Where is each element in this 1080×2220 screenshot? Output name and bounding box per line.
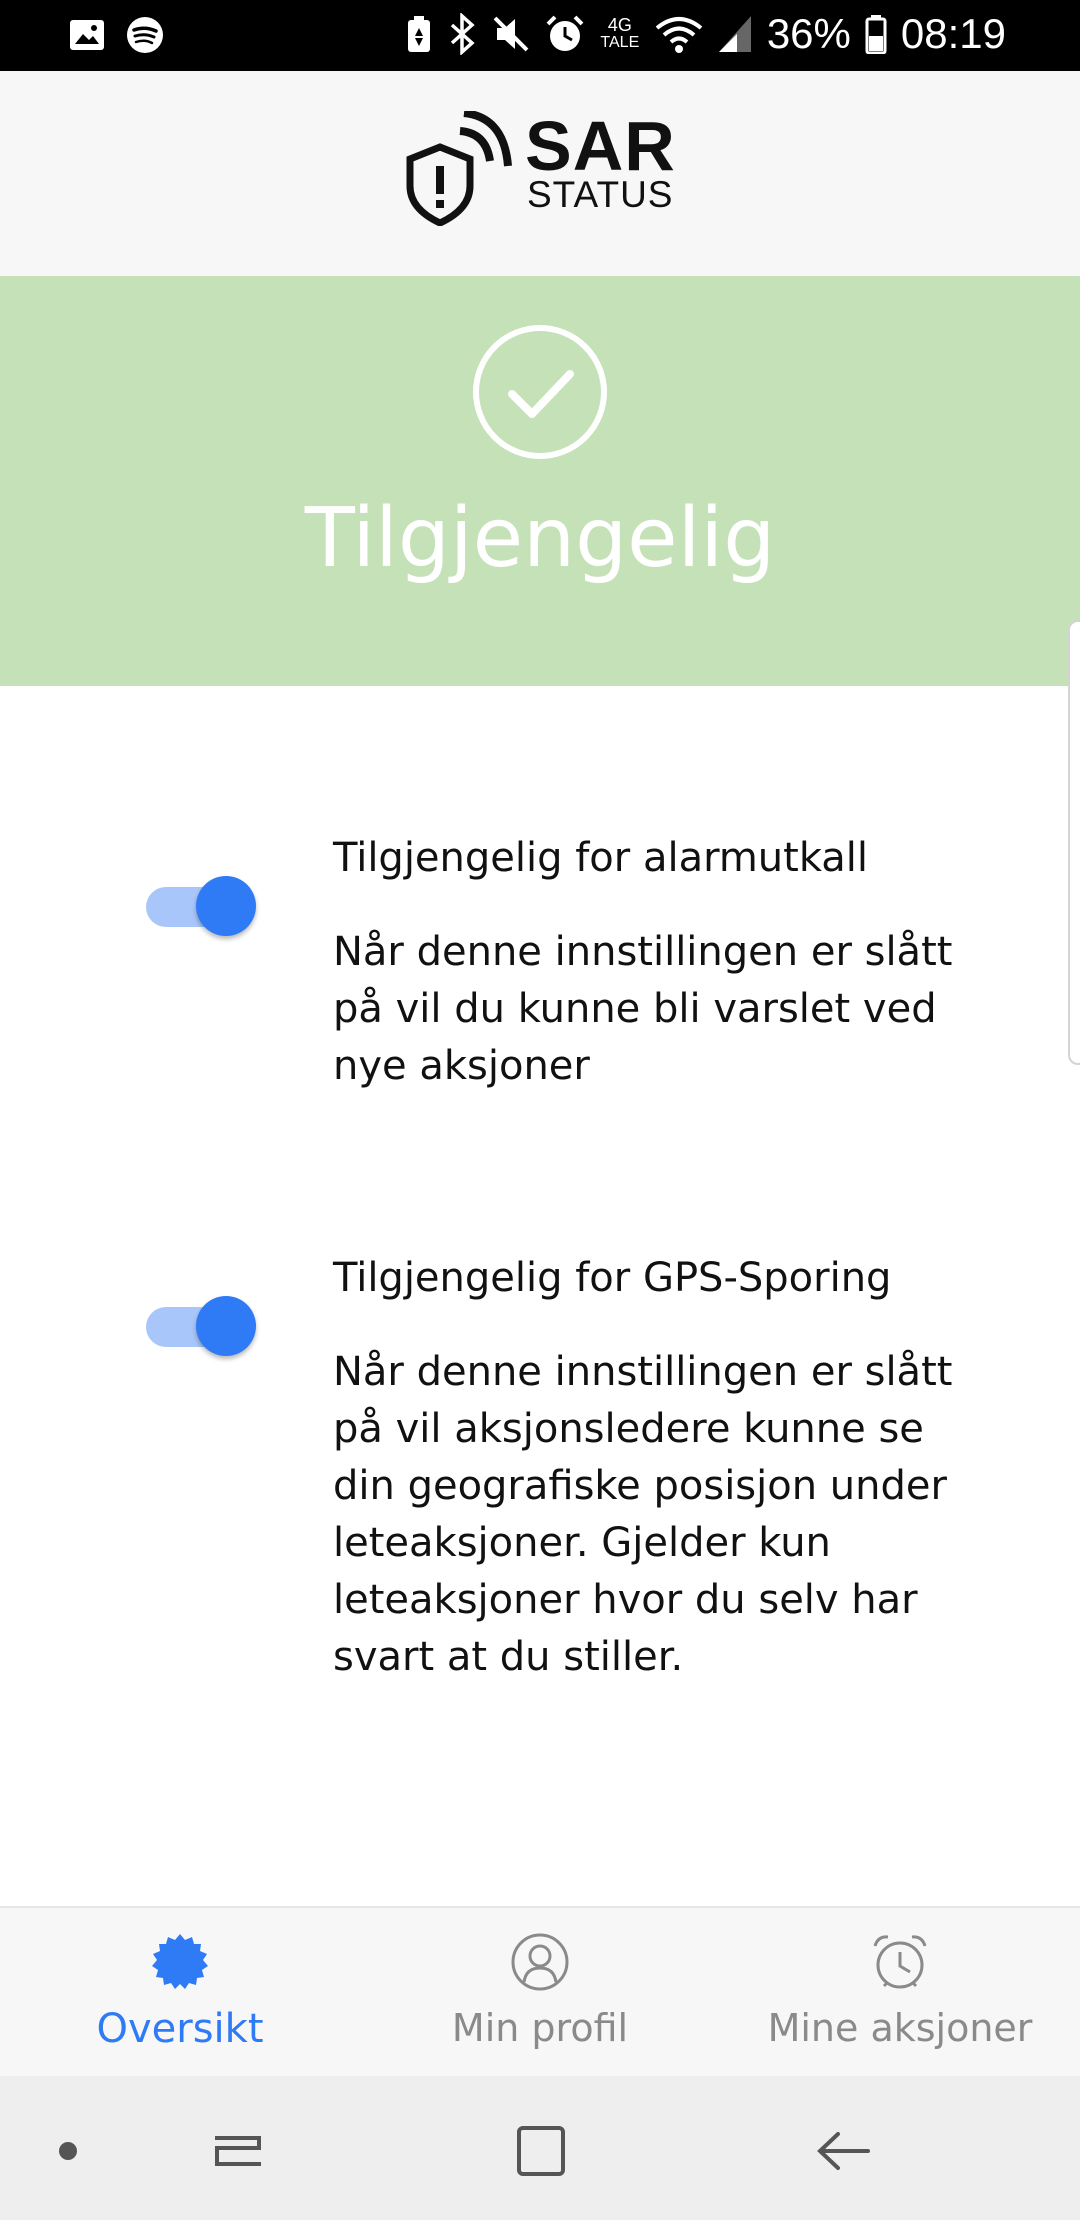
alarm-callout-toggle[interactable] [146,874,256,936]
nav-label: Oversikt [96,2006,264,2052]
setting-description: Når denne innstillingen er slått på vil … [333,929,953,1089]
availability-status-title: Tilgjengelig [304,491,776,586]
setting-description: Når denne innstillingen er slått på vil … [333,1349,953,1680]
network-type: 4G TALE [600,15,640,51]
bluetooth-icon [450,13,475,55]
nav-label: Mine aksjoner [767,2006,1033,2050]
logo-subtitle: STATUS [527,174,674,215]
bottom-navigation: Oversikt Min profil Mine aksjoner [0,1906,1080,2076]
system-navigation-bar [0,2076,1080,2220]
back-button[interactable] [808,2116,878,2186]
mute-icon [493,16,529,52]
toggle-thumb [196,1296,256,1356]
setting-title: Tilgjengelig for GPS-Sporing [333,1255,892,1301]
battery-saver-icon [407,16,430,52]
overview-badge-icon [152,1934,208,1989]
dot-button[interactable] [33,2116,103,2186]
edge-panel-handle[interactable] [1068,620,1080,1065]
nav-item-oversikt[interactable]: Oversikt [0,1908,360,2078]
availability-banner: Tilgjengelig [0,276,1080,686]
gps-tracking-toggle[interactable] [146,1294,256,1356]
setting-title: Tilgjengelig for alarmutkall [333,835,869,881]
battery-icon [865,15,887,54]
home-button[interactable] [505,2116,575,2186]
wifi-icon [655,17,703,53]
app-header: SAR STATUS [0,71,1080,276]
battery-percent: 36% [766,10,851,57]
checkmark-circle-icon [473,325,607,459]
sar-status-logo: SAR STATUS [400,111,690,241]
logo-title: SAR [525,107,676,185]
status-bar: 4G TALE 36% 08:19 [0,0,1080,71]
shield-signal-icon [406,111,512,226]
alarm-icon [546,15,584,51]
nav-item-mine-aksjoner[interactable]: Mine aksjoner [720,1908,1080,2078]
clock: 08:19 [900,10,1006,57]
profile-icon [511,1933,569,1991]
alarm-clock-icon [873,1935,927,1989]
nav-item-min-profil[interactable]: Min profil [360,1908,720,2078]
signal-icon [718,16,751,52]
spotify-icon [127,17,163,53]
gallery-icon [70,20,104,50]
nav-label: Min profil [451,2006,629,2050]
recents-button[interactable] [203,2116,273,2186]
toggle-thumb [196,876,256,936]
